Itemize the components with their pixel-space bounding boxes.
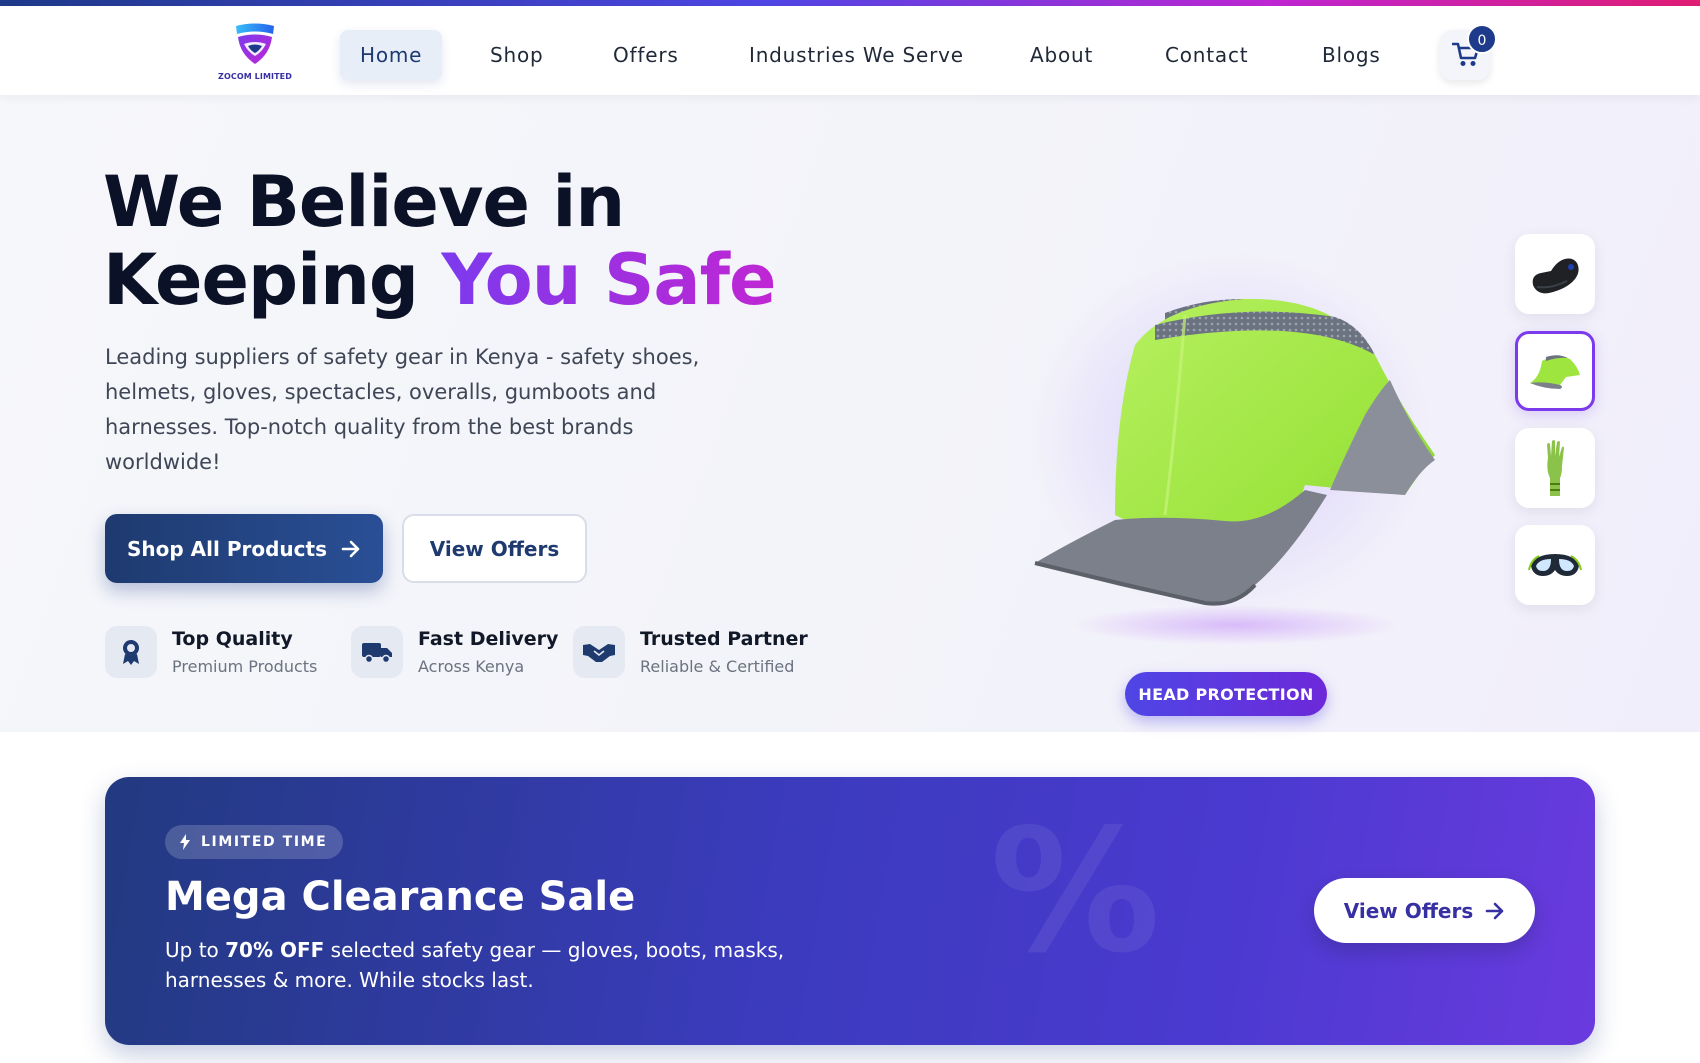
feature-title: Trusted Partner bbox=[640, 628, 808, 650]
hero-title-line2: Keeping bbox=[103, 239, 442, 321]
nav-blogs[interactable]: Blogs bbox=[1302, 30, 1401, 80]
promo-view-offers-button[interactable]: View Offers bbox=[1314, 878, 1535, 943]
feature-trusted-partner: Trusted Partner Reliable & Certified bbox=[573, 626, 808, 680]
promo-banner: % LIMITED TIME Mega Clearance Sale Up to… bbox=[105, 777, 1595, 1045]
limited-time-label: LIMITED TIME bbox=[201, 834, 328, 850]
brand-logo[interactable]: ZOCOM LIMITED bbox=[218, 22, 292, 84]
nav-home[interactable]: Home bbox=[340, 30, 443, 80]
hero-description: Leading suppliers of safety gear in Keny… bbox=[105, 345, 700, 474]
hero-title-line1: We Believe in bbox=[103, 161, 625, 243]
feature-subtitle: Across Kenya bbox=[418, 657, 525, 676]
promo-description: Up to 70% OFF selected safety gear — glo… bbox=[165, 935, 885, 995]
thumbnail-goggles[interactable] bbox=[1515, 525, 1595, 605]
lightning-icon bbox=[180, 834, 190, 850]
feature-subtitle: Reliable & Certified bbox=[640, 657, 795, 676]
shop-all-products-button[interactable]: Shop All Products bbox=[105, 514, 383, 583]
cart-count-badge: 0 bbox=[1467, 24, 1497, 54]
product-category-badge: HEAD PROTECTION bbox=[1125, 672, 1327, 716]
nav-shop[interactable]: Shop bbox=[470, 30, 564, 80]
cart-button[interactable]: 0 bbox=[1440, 24, 1497, 80]
feature-subtitle: Premium Products bbox=[172, 657, 318, 676]
bump-cap-product-image bbox=[1034, 298, 1435, 606]
glove-icon bbox=[1547, 440, 1564, 496]
thumbnail-bump-cap[interactable] bbox=[1515, 331, 1595, 411]
nav-industries[interactable]: Industries We Serve bbox=[729, 30, 984, 80]
thumbnail-safety-shoe[interactable] bbox=[1515, 234, 1595, 314]
feature-top-quality: Top Quality Premium Products bbox=[105, 626, 335, 680]
feature-fast-delivery: Fast Delivery Across Kenya bbox=[351, 626, 558, 680]
bump-cap-icon bbox=[1530, 355, 1580, 389]
arrow-right-icon bbox=[341, 540, 360, 557]
navbar: ZOCOM LIMITED Home Shop Offers Industrie… bbox=[0, 6, 1700, 95]
promo-title: Mega Clearance Sale bbox=[165, 874, 636, 920]
thumbnail-glove[interactable] bbox=[1515, 428, 1595, 508]
hero-title: We Believe in Keeping You Safe bbox=[103, 163, 803, 319]
promo-button-label: View Offers bbox=[1343, 898, 1474, 923]
truck-icon bbox=[351, 626, 403, 678]
nav-offers[interactable]: Offers bbox=[593, 30, 699, 80]
safety-shoe-icon bbox=[1532, 258, 1579, 294]
handshake-icon bbox=[573, 626, 625, 678]
goggles-icon bbox=[1528, 554, 1582, 576]
promo-discount: 70% OFF bbox=[225, 938, 325, 962]
shield-logo-icon bbox=[236, 23, 274, 64]
nav-about[interactable]: About bbox=[1010, 30, 1113, 80]
hero-section: We Believe in Keeping You Safe Leading s… bbox=[0, 95, 1700, 732]
feature-title: Fast Delivery bbox=[418, 628, 559, 650]
hero-title-accent: You Safe bbox=[441, 239, 776, 321]
feature-title: Top Quality bbox=[172, 628, 293, 650]
shop-all-products-label: Shop All Products bbox=[127, 536, 327, 561]
promo-desc-prefix: Up to bbox=[165, 938, 226, 962]
view-offers-button[interactable]: View Offers bbox=[402, 514, 587, 583]
nav-contact[interactable]: Contact bbox=[1145, 30, 1268, 80]
arrow-right-icon bbox=[1485, 902, 1504, 919]
award-icon bbox=[105, 626, 157, 678]
percent-decoration: % bbox=[990, 793, 1161, 991]
brand-name: ZOCOM LIMITED bbox=[218, 72, 292, 81]
limited-time-pill: LIMITED TIME bbox=[165, 825, 344, 859]
